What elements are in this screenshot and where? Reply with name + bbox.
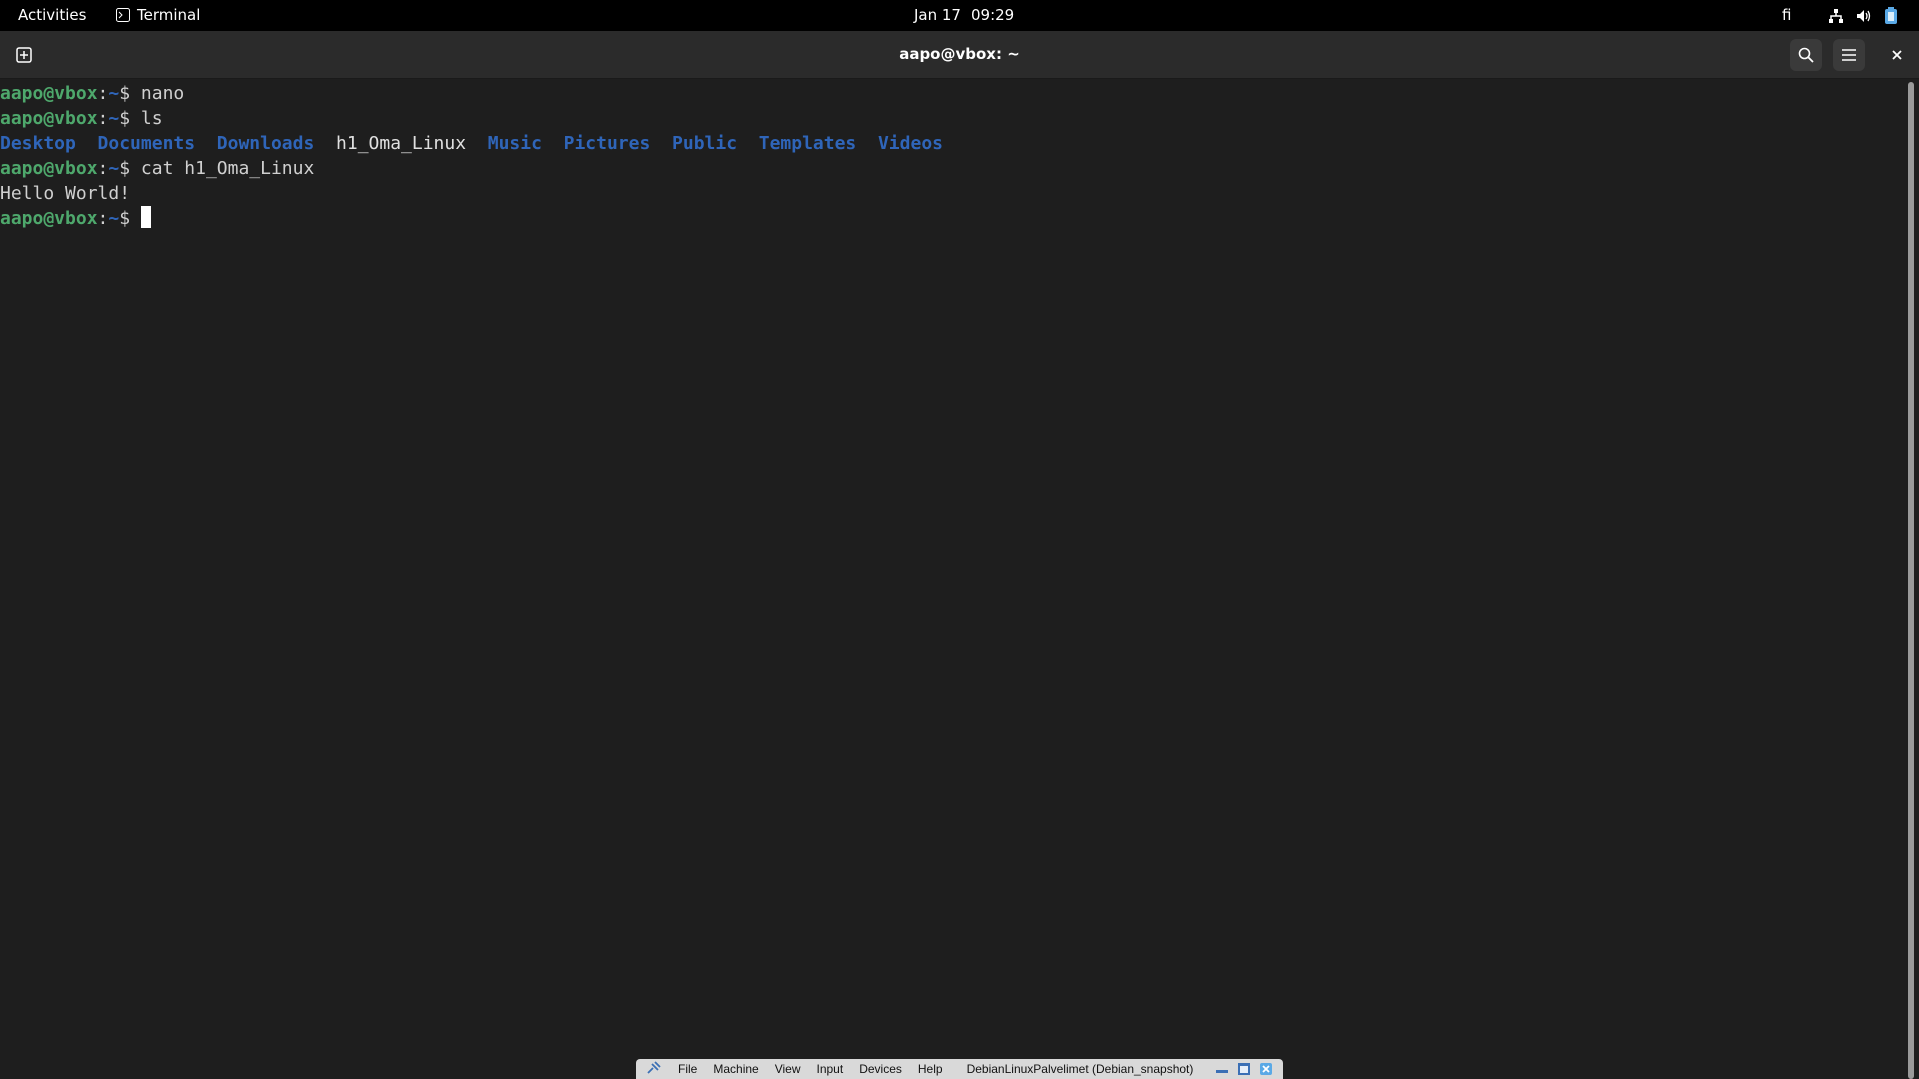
ls-output-line: Desktop Documents Downloads h1_Oma_Linux… (0, 131, 1905, 156)
terminal-line: aapo@vbox:~$ cat h1_Oma_Linux (0, 158, 315, 179)
restore-icon[interactable] (1237, 1062, 1251, 1076)
ls-entry: Public (672, 133, 738, 154)
prompt-symbol: $ (119, 83, 131, 104)
command-output: Hello World! (0, 183, 131, 204)
terminal-line: aapo@vbox:~$ nano (0, 83, 185, 104)
ls-entry: Documents (97, 133, 196, 154)
keyboard-layout-indicator[interactable]: fi (1782, 6, 1791, 24)
close-button[interactable] (1881, 39, 1913, 71)
system-tray[interactable] (1828, 7, 1898, 25)
ls-entry: Pictures (563, 133, 651, 154)
clock-button[interactable]: Jan 17 09:29 (914, 6, 1014, 24)
date-label: Jan 17 (914, 6, 961, 24)
prompt-path: ~ (108, 158, 120, 179)
search-button[interactable] (1790, 39, 1822, 71)
menu-button[interactable] (1833, 39, 1865, 71)
command-text: cat h1_Oma_Linux (140, 158, 315, 179)
ls-entry: Templates (758, 133, 857, 154)
prompt-user: aapo@vbox (0, 108, 98, 129)
prompt-path: ~ (108, 108, 120, 129)
battery-icon (1885, 7, 1897, 24)
prompt-symbol: $ (119, 108, 131, 129)
app-name: Terminal (137, 6, 201, 24)
ls-entry: Music (487, 133, 542, 154)
terminal-headerbar: aapo@vbox: ~ (0, 31, 1919, 79)
virtualbox-mini-toolbar: File Machine View Input Devices Help Deb… (636, 1059, 1283, 1079)
close-icon (1892, 50, 1902, 60)
window-title: aapo@vbox: ~ (899, 45, 1020, 63)
vbox-menu-file[interactable]: File (678, 1062, 697, 1076)
app-menu-button[interactable]: Terminal (116, 6, 200, 24)
ls-entry: Downloads (216, 133, 315, 154)
close-vm-icon[interactable] (1259, 1062, 1273, 1076)
terminal-scrollbar[interactable] (1908, 82, 1914, 1079)
terminal-icon (116, 8, 130, 22)
pin-button[interactable] (646, 1060, 668, 1078)
terminal-line: aapo@vbox:~$ ls (0, 108, 163, 129)
ls-entry: Desktop (0, 133, 76, 154)
activities-button[interactable]: Activities (18, 6, 86, 24)
vbox-menu-machine[interactable]: Machine (713, 1062, 758, 1076)
top-panel: Activities Terminal Jan 17 09:29 fi (0, 0, 1919, 31)
vbox-menu-devices[interactable]: Devices (859, 1062, 902, 1076)
text-cursor (140, 206, 151, 228)
terminal-output[interactable]: aapo@vbox:~$ nano aapo@vbox:~$ ls Deskto… (0, 79, 1905, 1059)
search-icon (1798, 47, 1814, 63)
prompt-user: aapo@vbox (0, 83, 98, 104)
network-icon (1829, 9, 1843, 23)
command-text: nano (140, 83, 185, 104)
vbox-menu-help[interactable]: Help (918, 1062, 943, 1076)
ls-entry: Videos (877, 133, 943, 154)
prompt-user: aapo@vbox (0, 158, 98, 179)
vm-name-label: DebianLinuxPalvelimet (Debian_snapshot) (966, 1062, 1194, 1076)
vbox-menu-view[interactable]: View (775, 1062, 801, 1076)
ls-entry: h1_Oma_Linux (336, 133, 467, 154)
prompt-symbol: $ (119, 158, 131, 179)
time-label: 09:29 (970, 6, 1015, 24)
command-text: ls (140, 108, 163, 129)
pin-icon (647, 1060, 661, 1074)
prompt-symbol: $ (119, 208, 131, 229)
vbox-menu-input[interactable]: Input (817, 1062, 844, 1076)
prompt-path: ~ (108, 83, 120, 104)
hamburger-menu-icon (1842, 49, 1856, 61)
volume-icon (1857, 10, 1871, 22)
prompt-path: ~ (108, 208, 120, 229)
minimize-icon[interactable] (1215, 1063, 1229, 1075)
terminal-line: aapo@vbox:~$ (0, 206, 1905, 231)
prompt-user: aapo@vbox (0, 208, 98, 229)
